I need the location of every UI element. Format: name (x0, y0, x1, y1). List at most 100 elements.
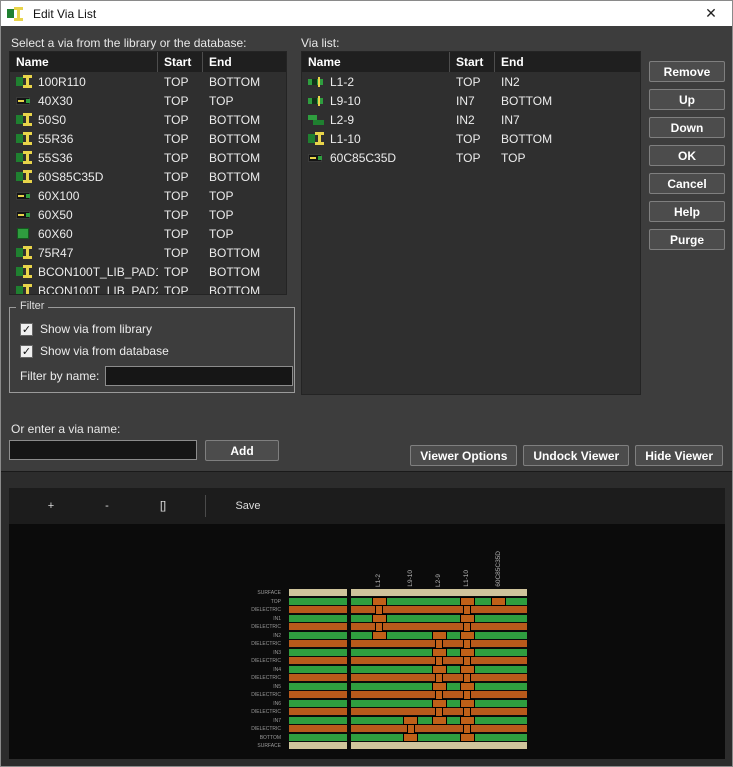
blind-via-icon (308, 94, 325, 107)
via-end-layer: BOTTOM (203, 246, 286, 260)
via-end-layer: IN2 (495, 75, 640, 89)
ok-button[interactable]: OK (649, 145, 725, 166)
via-list-table-body: L1-2TOPIN2L9-10IN7BOTTOML2-9IN2IN7L1-10T… (302, 72, 640, 167)
show-library-checkbox[interactable]: ✓ (20, 323, 33, 336)
layer-label: DIELECTRIC (245, 606, 285, 615)
close-icon[interactable]: ✕ (696, 5, 726, 22)
library-row[interactable]: 50S0TOPBOTTOM (10, 110, 286, 129)
layer-label: IN3 (245, 649, 285, 658)
library-row[interactable]: 55S36 TOPBOTTOM (10, 148, 286, 167)
remove-button[interactable]: Remove (649, 61, 725, 82)
via-pad (460, 733, 475, 742)
purge-button[interactable]: Purge (649, 229, 725, 250)
library-table-header: Name Start End (10, 52, 286, 72)
layer-label: TOP (245, 598, 285, 607)
via-list-col-end: End (495, 52, 640, 72)
dielectric-layer-bar (289, 606, 347, 613)
via-pad (432, 682, 447, 691)
conductor-layer-bar (289, 683, 347, 690)
zoom-out-button[interactable]: - (79, 500, 135, 512)
via-name: 60X100 (38, 189, 79, 203)
via-list-section-label: Via list: (301, 36, 339, 50)
hide-viewer-button[interactable]: Hide Viewer (635, 445, 723, 466)
viewer-options-button[interactable]: Viewer Options (410, 445, 517, 466)
via-end-layer: TOP (203, 208, 286, 222)
via-start-layer: TOP (450, 75, 495, 89)
zoom-in-button[interactable]: + (23, 500, 79, 512)
help-button[interactable]: Help (649, 201, 725, 222)
via-name: 55S36 (38, 151, 73, 165)
library-row[interactable]: 100R110TOPBOTTOM (10, 72, 286, 91)
surface-via-icon (16, 208, 33, 221)
library-row[interactable]: 60X100 TOPTOP (10, 186, 286, 205)
filter-name-input[interactable] (105, 366, 293, 386)
via-name: 60C85C35D (330, 151, 396, 165)
save-button[interactable]: Save (220, 500, 276, 512)
via-start-layer: TOP (158, 151, 203, 165)
dielectric-layer-bar (289, 640, 347, 647)
undock-viewer-button[interactable]: Undock Viewer (523, 445, 629, 466)
elbow-via-icon (308, 113, 325, 126)
enter-via-name-label: Or enter a via name: (11, 422, 120, 436)
via-list-row[interactable]: L1-10TOPBOTTOM (302, 129, 640, 148)
filter-name-row: Filter by name: (20, 366, 293, 386)
library-table: Name Start End 100R110TOPBOTTOM40X30TOPT… (9, 51, 287, 295)
via-start-layer: TOP (158, 189, 203, 203)
up-button[interactable]: Up (649, 89, 725, 110)
via-list-row[interactable]: 60C85C35DTOPTOP (302, 148, 640, 167)
layer-label: BOTTOM (245, 734, 285, 743)
via-pad (403, 733, 418, 742)
via-end-layer: TOP (203, 189, 286, 203)
down-button[interactable]: Down (649, 117, 725, 138)
library-row[interactable]: 55R36TOPBOTTOM (10, 129, 286, 148)
via-list-row[interactable]: L1-2 TOPIN2 (302, 72, 640, 91)
via-end-layer: BOTTOM (203, 151, 286, 165)
via-start-layer: TOP (158, 246, 203, 260)
viewer-area: + - [] Save SURFACETOPDIELECTRICIN1DIELE… (1, 471, 732, 766)
via-start-layer: TOP (158, 75, 203, 89)
via-pad (403, 716, 418, 725)
mask-layer-bar (289, 742, 347, 749)
viewer-control-buttons: Viewer Options Undock Viewer Hide Viewer (410, 445, 723, 466)
via-list-row[interactable]: L9-10IN7BOTTOM (302, 91, 640, 110)
viewer-panel: + - [] Save SURFACETOPDIELECTRICIN1DIELE… (9, 488, 725, 759)
conductor-layer-bar (289, 700, 347, 707)
zoom-fit-button[interactable]: [] (135, 500, 191, 512)
library-row[interactable]: BCON100T_LIB_PAD2TOPBOTTOM (10, 281, 286, 295)
via-pad (460, 648, 475, 657)
layer-label: DIELECTRIC (245, 674, 285, 683)
via-end-layer: TOP (495, 151, 640, 165)
library-col-name: Name (10, 52, 158, 72)
through-via-icon (16, 284, 33, 295)
library-row[interactable]: BCON100T_LIB_PAD1TOPBOTTOM (10, 262, 286, 281)
library-row[interactable]: 60X60TOPTOP (10, 224, 286, 243)
via-name-input[interactable] (9, 440, 197, 460)
library-row[interactable]: 40X30TOPTOP (10, 91, 286, 110)
library-row[interactable]: 75R47TOPBOTTOM (10, 243, 286, 262)
via-structures-overlay (351, 589, 527, 751)
library-row[interactable]: 60S85C35DTOPBOTTOM (10, 167, 286, 186)
via-name: BCON100T_LIB_PAD1 (38, 265, 158, 279)
through-via-icon (16, 113, 33, 126)
via-name: 40X30 (38, 94, 73, 108)
layer-label: IN5 (245, 683, 285, 692)
show-database-checkbox[interactable]: ✓ (20, 345, 33, 358)
cancel-button[interactable]: Cancel (649, 173, 725, 194)
layer-label: DIELECTRIC (245, 691, 285, 700)
layer-name-labels: SURFACETOPDIELECTRICIN1DIELECTRICIN2DIEL… (245, 589, 285, 751)
add-button[interactable]: Add (205, 440, 279, 461)
filter-group: Filter ✓ Show via from library ✓ Show vi… (9, 307, 295, 393)
dielectric-layer-bar (289, 691, 347, 698)
via-pad (460, 631, 475, 640)
through-via-icon (16, 265, 33, 278)
side-button-column: Remove Up Down OK Cancel Help Purge (649, 61, 725, 250)
via-end-layer: BOTTOM (203, 284, 286, 296)
conductor-layer-bar (289, 615, 347, 622)
via-name: L1-2 (330, 75, 354, 89)
layer-label: IN2 (245, 632, 285, 641)
via-list-row[interactable]: L2-9IN2IN7 (302, 110, 640, 129)
via-end-layer: BOTTOM (203, 75, 286, 89)
library-row[interactable]: 60X50TOPTOP (10, 205, 286, 224)
library-col-end: End (203, 52, 286, 72)
layer-label: IN4 (245, 666, 285, 675)
